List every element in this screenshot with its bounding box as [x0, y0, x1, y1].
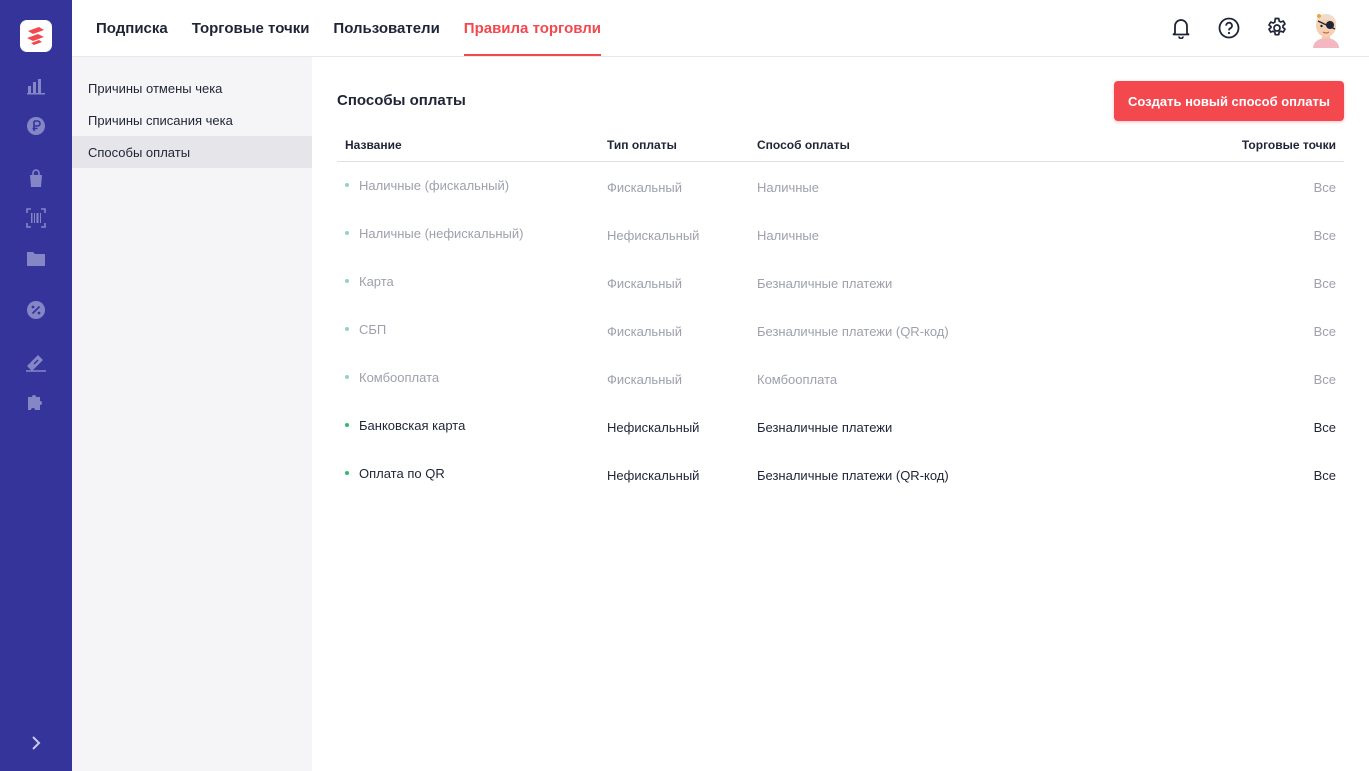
row-method: Комбооплата — [757, 371, 838, 387]
row-method: Безналичные платежи — [757, 419, 893, 435]
tab-stores[interactable]: Торговые точки — [192, 0, 310, 56]
tab-trading-rules[interactable]: Правила торговли — [463, 0, 602, 56]
create-payment-method-button[interactable]: Создать новый способ оплаты — [1114, 81, 1344, 121]
ruble-icon[interactable] — [24, 114, 48, 138]
bell-icon[interactable] — [1169, 16, 1193, 40]
row-points: Все — [1313, 179, 1336, 195]
discount-icon[interactable] — [24, 298, 48, 322]
tab-users[interactable]: Пользователи — [333, 0, 439, 56]
status-dot — [345, 375, 349, 379]
payment-methods-table: Название Тип оплаты Способ оплаты Торгов… — [337, 129, 1344, 498]
header-method[interactable]: Способ оплаты — [757, 138, 1157, 152]
top-nav: Подписка Торговые точки Пользователи Пра… — [72, 0, 1369, 57]
row-type: Нефискальный — [607, 227, 700, 243]
row-method: Безналичные платежи (QR-код) — [757, 467, 949, 483]
gear-icon[interactable] — [1265, 16, 1289, 40]
status-dot — [345, 183, 349, 187]
header-type[interactable]: Тип оплаты — [607, 138, 757, 152]
row-points: Все — [1313, 419, 1336, 435]
status-dot — [345, 327, 349, 331]
row-name: Оплата по QR — [359, 465, 445, 481]
puzzle-icon[interactable] — [24, 390, 48, 414]
row-method: Безналичные платежи — [757, 275, 893, 291]
barcode-icon[interactable] — [24, 206, 48, 230]
bag-icon[interactable] — [24, 166, 48, 190]
header-points[interactable]: Торговые точки — [1157, 138, 1344, 152]
logo[interactable] — [20, 20, 52, 52]
row-type: Нефискальный — [607, 419, 700, 435]
settings-subnav: Причины отмены чека Причины списания чек… — [72, 57, 312, 771]
main-content: Способы оплаты Создать новый способ опла… — [312, 57, 1369, 771]
status-dot — [345, 471, 349, 475]
row-name: Наличные (нефискальный) — [359, 225, 524, 241]
help-icon[interactable] — [1217, 16, 1241, 40]
table-row[interactable]: Наличные (фискальный) Фискальный Наличны… — [337, 162, 1344, 210]
row-points: Все — [1313, 227, 1336, 243]
table-header: Название Тип оплаты Способ оплаты Торгов… — [337, 129, 1344, 162]
table-row[interactable]: Комбооплата Фискальный Комбооплата Все — [337, 354, 1344, 402]
row-name: Комбооплата — [359, 369, 440, 385]
subnav-item-writeoff-reasons[interactable]: Причины списания чека — [72, 104, 312, 136]
row-type: Нефискальный — [607, 467, 700, 483]
row-method: Безналичные платежи (QR-код) — [757, 323, 949, 339]
table-row[interactable]: Банковская карта Нефискальный Безналичны… — [337, 402, 1344, 450]
subnav-item-payment-methods[interactable]: Способы оплаты — [72, 136, 312, 168]
row-points: Все — [1313, 371, 1336, 387]
row-name: Банковская карта — [359, 417, 466, 433]
header-name[interactable]: Название — [337, 138, 607, 152]
subnav-item-cancel-reasons[interactable]: Причины отмены чека — [72, 72, 312, 104]
status-dot — [345, 279, 349, 283]
row-type: Фискальный — [607, 275, 682, 291]
row-points: Все — [1313, 275, 1336, 291]
avatar[interactable] — [1310, 11, 1342, 48]
table-row[interactable]: СБП Фискальный Безналичные платежи (QR-к… — [337, 306, 1344, 354]
row-name: Карта — [359, 273, 394, 289]
left-rail — [0, 0, 72, 771]
row-type: Фискальный — [607, 323, 682, 339]
folder-icon[interactable] — [24, 246, 48, 270]
page-title: Способы оплаты — [337, 92, 466, 109]
tab-subscription[interactable]: Подписка — [96, 0, 168, 56]
row-points: Все — [1313, 467, 1336, 483]
status-dot — [345, 231, 349, 235]
row-method: Наличные — [757, 227, 819, 243]
nav-tabs: Подписка Торговые точки Пользователи Пра… — [96, 0, 625, 56]
row-type: Фискальный — [607, 371, 682, 387]
table-row[interactable]: Оплата по QR Нефискальный Безналичные пл… — [337, 450, 1344, 498]
row-points: Все — [1313, 323, 1336, 339]
row-type: Фискальный — [607, 179, 682, 195]
row-name: СБП — [359, 321, 387, 337]
row-name: Наличные (фискальный) — [359, 177, 510, 193]
table-row[interactable]: Карта Фискальный Безналичные платежи Все — [337, 258, 1344, 306]
analytics-icon[interactable] — [24, 74, 48, 98]
status-dot — [345, 423, 349, 427]
chevron-right-icon[interactable] — [24, 731, 48, 755]
row-method: Наличные — [757, 179, 819, 195]
marketing-icon[interactable] — [24, 350, 48, 374]
table-row[interactable]: Наличные (нефискальный) Нефискальный Нал… — [337, 210, 1344, 258]
